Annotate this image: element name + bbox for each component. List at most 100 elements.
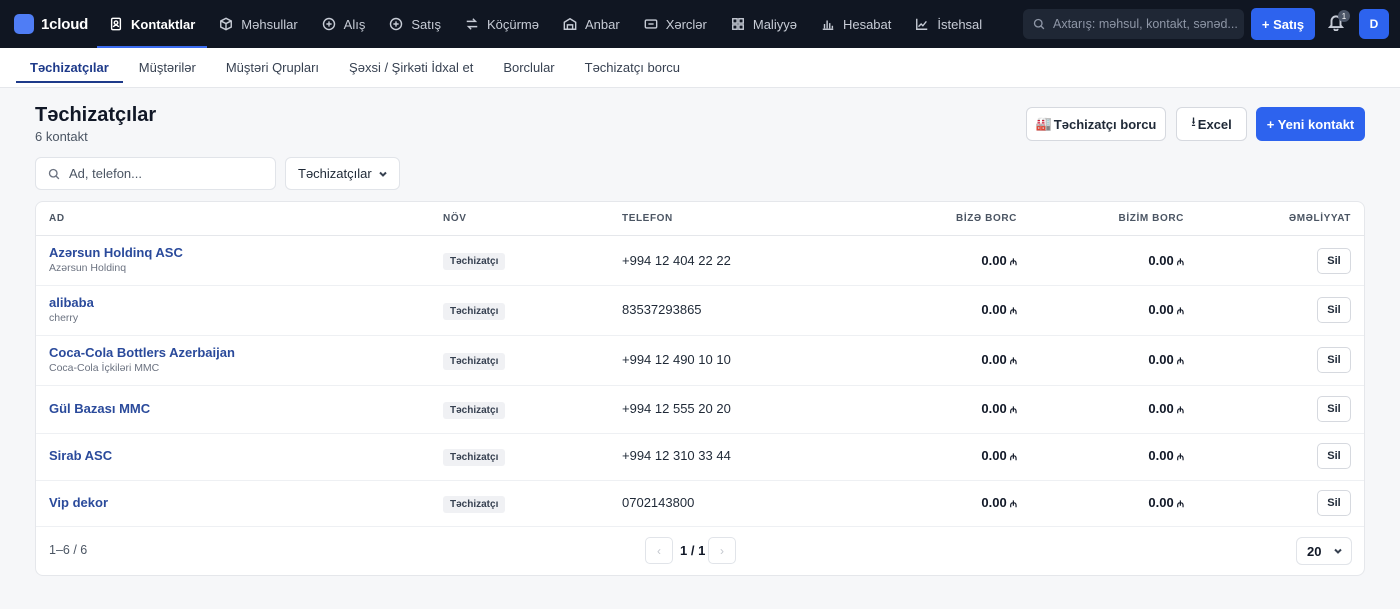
tab-supplier-debt[interactable]: Təchizatçı borcu xyxy=(571,48,694,88)
nav-item-products[interactable]: Məhsullar xyxy=(207,0,309,48)
amount: 0.00 xyxy=(1148,352,1174,367)
contact-company-name: Azərsun Holdinq xyxy=(49,262,127,274)
contact-name-cell[interactable]: Sirab ASC xyxy=(49,448,112,463)
nav-item-contacts[interactable]: Kontaktlar xyxy=(97,0,208,48)
debt-to-us-value: 0.00 ₼ xyxy=(897,401,1017,416)
nav-item-production[interactable]: İstehsal xyxy=(903,0,994,48)
nav-item-warehouse[interactable]: Anbar xyxy=(551,0,632,48)
amount: 0.00 xyxy=(1148,253,1174,268)
nav-item-transfer[interactable]: Köçürmə xyxy=(453,0,551,48)
contact-name-cell[interactable]: Azərsun Holdinq ASC Azərsun Holdinq xyxy=(49,245,183,274)
global-search-input[interactable] xyxy=(1053,17,1243,31)
our-debt-value: 0.00 ₼ xyxy=(1064,302,1184,317)
search-icon xyxy=(1033,18,1045,30)
contact-name-link[interactable]: Coca-Cola Bottlers Azerbaijan xyxy=(49,345,235,360)
prev-page-button[interactable]: ‹ xyxy=(645,537,673,564)
delete-button[interactable]: Sil xyxy=(1317,347,1351,373)
next-page-button[interactable]: › xyxy=(708,537,736,564)
user-avatar[interactable]: D xyxy=(1359,9,1389,39)
pagination-range: 1–6 / 6 xyxy=(49,543,88,557)
contact-name-link[interactable]: Vip dekor xyxy=(49,495,108,510)
currency-symbol: ₼ xyxy=(1176,257,1184,267)
column-type: NÖV xyxy=(443,213,467,224)
contact-name-cell[interactable]: Gül Bazası MMC xyxy=(49,401,150,416)
table-row: Sirab ASC Təchizatçı +994 12 310 33 44 0… xyxy=(36,434,1364,481)
chevron-down-icon xyxy=(378,171,387,177)
plus-circle-icon xyxy=(390,17,403,31)
nav-item-expenses[interactable]: Xərclər xyxy=(632,0,719,48)
contact-name-link[interactable]: Gül Bazası MMC xyxy=(49,401,150,416)
delete-button[interactable]: Sil xyxy=(1317,490,1351,516)
global-search[interactable] xyxy=(1023,9,1244,39)
contact-name-cell[interactable]: Coca-Cola Bottlers Azerbaijan Coca-Cola … xyxy=(49,345,235,374)
contact-search[interactable] xyxy=(35,157,276,190)
logo-icon xyxy=(14,14,34,34)
brand[interactable]: 1cloud xyxy=(0,0,97,48)
debt-to-us-value: 0.00 ₼ xyxy=(897,302,1017,317)
type-badge: Təchizatçı xyxy=(443,449,506,466)
grid-icon xyxy=(731,18,744,30)
type-badge: Təchizatçı xyxy=(443,496,506,513)
delete-button[interactable]: Sil xyxy=(1317,396,1351,422)
contact-search-input[interactable] xyxy=(69,166,269,181)
bar-chart-icon xyxy=(822,20,834,30)
type-badge: Təchizatçı xyxy=(443,303,506,320)
excel-export-button[interactable]: ⭳ Excel xyxy=(1176,107,1247,141)
nav-item-label: Məhsullar xyxy=(241,16,298,32)
supplier-debt-button[interactable]: 🏭 Təchizatçı borcu xyxy=(1026,107,1166,141)
debt-to-us-value: 0.00 ₼ xyxy=(897,253,1017,268)
sub-navbar: Təchizatçılar Müştərilər Müştəri Qruplar… xyxy=(0,48,1400,88)
tab-debtors[interactable]: Borclular xyxy=(489,48,568,88)
contact-name-cell[interactable]: Vip dekor xyxy=(49,495,108,510)
contact-name-link[interactable]: Azərsun Holdinq ASC xyxy=(49,245,183,260)
debt-to-us-value: 0.00 ₼ xyxy=(897,352,1017,367)
notifications-button[interactable]: 1 xyxy=(1327,10,1350,33)
contacts-icon xyxy=(110,17,122,31)
nav-item-sales[interactable]: Satış xyxy=(377,0,453,48)
nav-item-reports[interactable]: Hesabat xyxy=(809,0,903,48)
contact-type-value: Təchizatçılar xyxy=(298,166,372,181)
amount: 0.00 xyxy=(1148,448,1174,463)
transfer-icon xyxy=(466,18,478,30)
delete-button[interactable]: Sil xyxy=(1317,297,1351,323)
amount: 0.00 xyxy=(981,401,1007,416)
column-actions: ƏMƏLİYYAT xyxy=(1288,213,1351,224)
contact-name-link[interactable]: Sirab ASC xyxy=(49,448,112,463)
per-page-select[interactable]: 20 xyxy=(1296,537,1352,565)
phone-value: +994 12 310 33 44 xyxy=(622,448,731,463)
table-header: AD NÖV TELEFON BİZƏ BORC BİZİM BORC ƏMƏL… xyxy=(36,202,1364,236)
contact-type-select[interactable]: Təchizatçılar xyxy=(285,157,400,190)
contact-count: 6 kontakt xyxy=(35,129,88,144)
currency-symbol: ₼ xyxy=(1009,306,1017,316)
excel-button-label: Excel xyxy=(1197,116,1232,132)
tab-customers[interactable]: Müştərilər xyxy=(125,48,210,88)
top-navbar: 1cloud Kontaktlar Məhsullar Alış Satış K… xyxy=(0,0,1400,48)
nav-item-purchase[interactable]: Alış xyxy=(310,0,378,48)
tab-suppliers[interactable]: Təchizatçılar xyxy=(16,48,123,88)
new-sale-button[interactable]: + Satış xyxy=(1251,8,1315,40)
plus-circle-icon xyxy=(322,17,335,31)
delete-button[interactable]: Sil xyxy=(1317,443,1351,469)
our-debt-value: 0.00 ₼ xyxy=(1064,352,1184,367)
contact-name-cell[interactable]: alibaba cherry xyxy=(49,295,94,324)
table-row: alibaba cherry Təchizatçı 83537293865 0.… xyxy=(36,286,1364,336)
new-contact-button[interactable]: + Yeni kontakt xyxy=(1256,107,1365,141)
download-icon: ⭳ xyxy=(1191,114,1196,129)
amount: 0.00 xyxy=(1148,401,1174,416)
phone-value: 83537293865 xyxy=(622,302,702,317)
column-name: AD xyxy=(49,213,65,224)
contact-company-name: Coca-Cola İçkiləri MMC xyxy=(49,362,160,374)
page-title: Təchizatçılar xyxy=(35,104,157,126)
our-debt-value: 0.00 ₼ xyxy=(1064,495,1184,510)
contact-name-link[interactable]: alibaba xyxy=(49,295,94,310)
column-phone: TELEFON xyxy=(622,213,673,224)
tab-import[interactable]: Şəxsi / Şirkəti İdxal et xyxy=(335,48,487,88)
nav-item-label: İstehsal xyxy=(937,16,983,32)
amount: 0.00 xyxy=(981,253,1007,268)
delete-button[interactable]: Sil xyxy=(1317,248,1351,274)
currency-symbol: ₼ xyxy=(1009,257,1017,267)
tab-customer-groups[interactable]: Müştəri Qrupları xyxy=(212,48,333,88)
nav-item-finance[interactable]: Maliyyə xyxy=(719,0,809,48)
contacts-table: AD NÖV TELEFON BİZƏ BORC BİZİM BORC ƏMƏL… xyxy=(35,201,1365,576)
wallet-icon xyxy=(644,19,658,29)
